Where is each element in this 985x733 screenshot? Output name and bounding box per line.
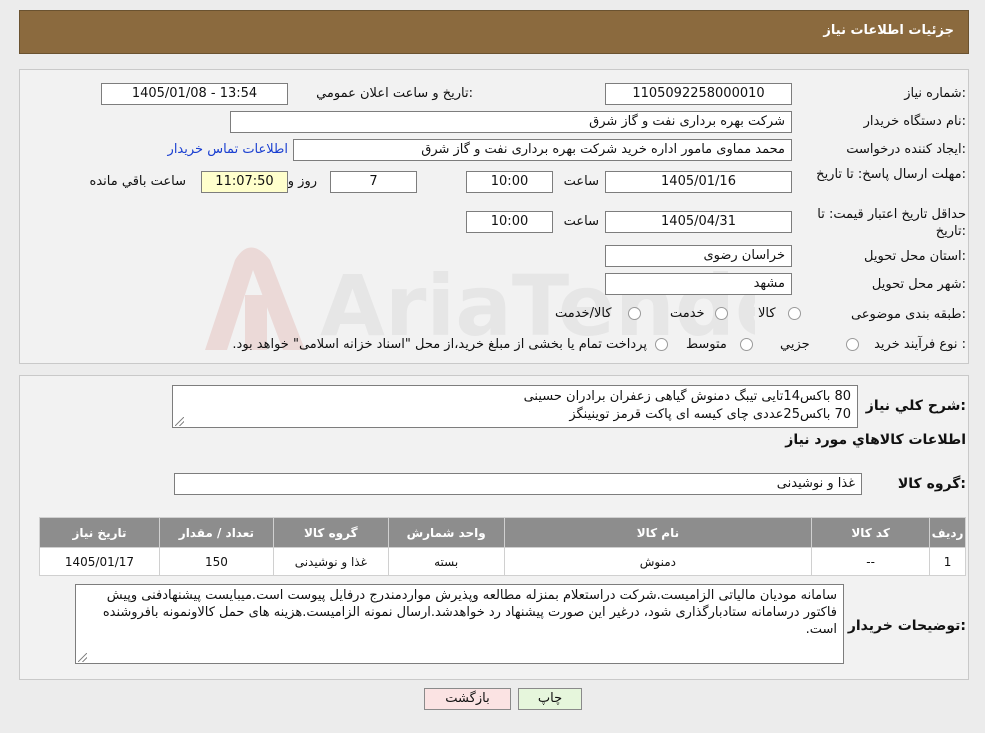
col-header-name: نام کالا <box>503 517 813 548</box>
goods-section-title: اطلاعات کالاهاي مورد نياز <box>785 432 966 448</box>
cell-quantity: 150 <box>158 547 274 576</box>
page-header: جزئیات اطلاعات نیاز <box>19 10 969 54</box>
notes-text: سامانه مودیان مالیاتی الزامیست.شرکت دراس… <box>102 588 837 637</box>
process-note: پرداخت تمام یا بخشی از مبلغ خرید،از محل … <box>232 337 647 352</box>
province-label: استان محل تحويل: <box>864 249 966 264</box>
process-option-minor: جزيي <box>780 337 810 352</box>
summary-textarea[interactable]: 80 باکس14تایی تیبگ دمنوش گیاهی زعفران بر… <box>172 385 858 428</box>
process-option-medium: متوسط <box>686 337 727 352</box>
category-option-goods-service: کالا/خدمت <box>555 306 612 321</box>
resize-grip-icon[interactable] <box>175 417 184 426</box>
remaining-time-field: 11:07:50 <box>201 171 288 193</box>
cell-code: -- <box>811 547 931 576</box>
page-title: جزئیات اطلاعات نیاز <box>823 23 954 38</box>
validity-time-field: 10:00 <box>466 211 553 233</box>
days-field: 7 <box>330 171 417 193</box>
summary-line-2: 70 باکس25عددی چای کیسه ای پاکت قرمز توین… <box>569 407 851 422</box>
cell-name: دمنوش <box>503 547 813 576</box>
city-field: مشهد <box>605 273 792 295</box>
cell-row: 1 <box>929 547 966 576</box>
province-field: خراسان رضوی <box>605 245 792 267</box>
table-row: 1 -- دمنوش بسته غذا و نوشیدنی 150 1405/0… <box>39 547 966 576</box>
days-label: روز و <box>287 174 317 189</box>
process-label: نوع فرآيند خريد : <box>874 337 966 352</box>
deadline-label: مهلت ارسال پاسخ: تا تاريخ: <box>816 167 966 182</box>
category-option-goods: کالا <box>758 306 776 321</box>
cell-group: غذا و نوشیدنی <box>272 547 389 576</box>
category-label: طبقه بندی موضوعی: <box>850 307 966 322</box>
items-table: رديف کد کالا نام کالا واحد شمارش گروه کا… <box>39 517 966 576</box>
buyer-contact-link[interactable]: اطلاعات تماس خريدار <box>168 142 288 157</box>
deadline-date-field: 1405/01/16 <box>605 171 792 193</box>
buyer-org-label: نام دستگاه خريدار: <box>863 114 966 129</box>
announce-label: تاریخ و ساعت اعلان عمومي: <box>316 86 473 101</box>
notes-label: توضيحات خريدار: <box>847 618 966 634</box>
col-header-row: رديف <box>929 517 966 548</box>
col-header-group: گروه کالا <box>272 517 389 548</box>
category-radio-goods-service[interactable] <box>628 307 641 320</box>
creator-label: ايجاد کننده درخواست: <box>846 142 966 157</box>
category-option-service: خدمت <box>670 306 705 321</box>
resize-grip-icon[interactable] <box>78 653 87 662</box>
print-button[interactable]: چاپ <box>518 688 582 710</box>
deadline-time-field: 10:00 <box>466 171 553 193</box>
col-header-unit: واحد شمارش <box>387 517 505 548</box>
notes-textarea[interactable]: سامانه مودیان مالیاتی الزامیست.شرکت دراس… <box>75 584 844 664</box>
col-header-date: تاريخ نياز <box>39 517 160 548</box>
validity-time-label: ساعت <box>563 214 599 229</box>
process-checkbox-treasury[interactable] <box>655 338 668 351</box>
process-radio-medium[interactable] <box>740 338 753 351</box>
deadline-time-label: ساعت <box>563 174 599 189</box>
validity-label: حداقل تاريخ اعتبار قيمت: تا تاريخ: <box>817 207 966 239</box>
creator-field: محمد مماوی مامور اداره خرید شرکت بهره بر… <box>293 139 792 161</box>
back-button[interactable]: بازگشت <box>424 688 511 710</box>
city-label: شهر محل تحويل: <box>871 277 966 292</box>
summary-line-1: 80 باکس14تایی تیبگ دمنوش گیاهی زعفران بر… <box>523 389 851 404</box>
summary-label: شرح کلي نياز: <box>865 398 966 414</box>
goods-group-field: غذا و نوشیدنی <box>174 473 862 495</box>
remaining-label: ساعت باقي مانده <box>89 174 186 189</box>
cell-date: 1405/01/17 <box>39 547 160 576</box>
validity-date-field: 1405/04/31 <box>605 211 792 233</box>
col-header-code: کد کالا <box>811 517 931 548</box>
buyer-org-field: شرکت بهره برداری نفت و گاز شرق <box>230 111 792 133</box>
need-number-label: شماره نیاز: <box>904 86 966 101</box>
announce-field: 1405/01/08 - 13:54 <box>101 83 288 105</box>
goods-group-label: گروه کالا: <box>897 476 966 492</box>
col-header-quantity: تعداد / مقدار <box>158 517 274 548</box>
need-number-field: 1105092258000010 <box>605 83 792 105</box>
cell-unit: بسته <box>387 547 505 576</box>
category-radio-goods[interactable] <box>788 307 801 320</box>
process-radio-minor[interactable] <box>846 338 859 351</box>
table-header-row: رديف کد کالا نام کالا واحد شمارش گروه کا… <box>39 517 966 548</box>
category-radio-service[interactable] <box>715 307 728 320</box>
